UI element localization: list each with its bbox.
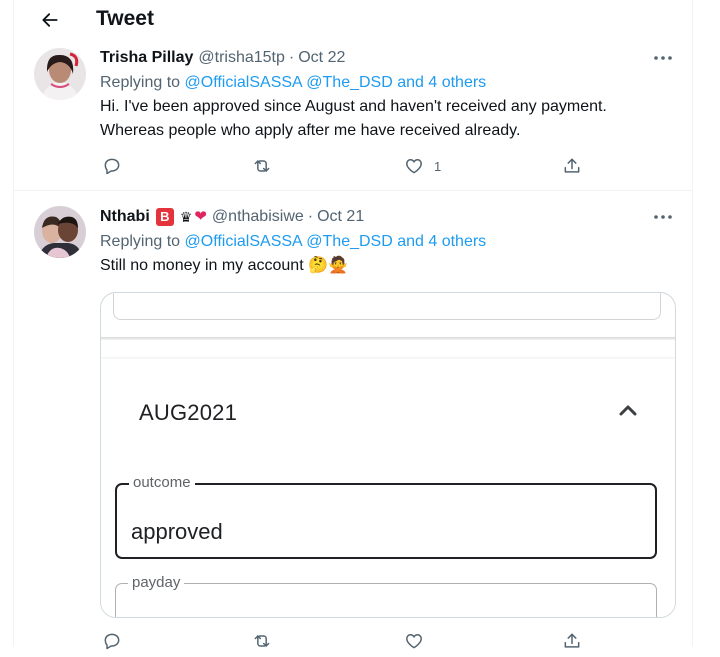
tweet-meta: Trisha Pillay @trisha15tp · Oct 22 bbox=[100, 48, 674, 68]
tweet-date[interactable]: Oct 21 bbox=[317, 207, 364, 227]
avatar-photo bbox=[34, 206, 86, 258]
retweet-icon bbox=[254, 635, 270, 647]
page-header: Tweet bbox=[14, 0, 692, 46]
image-payday-field: payday bbox=[115, 574, 657, 617]
tweet[interactable]: Nthabi B ♛ ❤ @nthabisiwe · Oct 21 Replyi… bbox=[14, 191, 692, 650]
replying-to: Replying to @OfficialSASSA @The_DSD and … bbox=[100, 73, 674, 93]
avatar[interactable] bbox=[34, 48, 86, 100]
reply-icon bbox=[104, 633, 120, 650]
image-outcome-label: outcome bbox=[129, 474, 195, 491]
tweet-actions: 1 bbox=[100, 150, 600, 182]
reply-icon bbox=[104, 158, 120, 175]
author-name[interactable]: Nthabi bbox=[100, 207, 150, 227]
tweet-date[interactable]: Oct 22 bbox=[298, 48, 345, 68]
replying-mentions-link[interactable]: @OfficialSASSA @The_DSD and 4 others bbox=[185, 74, 487, 91]
more-dots-icon bbox=[654, 215, 672, 219]
meta-separator: · bbox=[288, 49, 295, 66]
tweet-text: Hi. I've been approved since August and … bbox=[100, 98, 607, 139]
reply-button[interactable] bbox=[102, 150, 122, 182]
arrow-left-icon bbox=[42, 13, 58, 27]
more-button[interactable] bbox=[652, 48, 674, 68]
share-icon bbox=[564, 158, 580, 173]
meta-separator: · bbox=[307, 208, 314, 225]
image-outcome-value: approved bbox=[131, 519, 223, 544]
column-border-right bbox=[692, 0, 693, 646]
image-divider-shadow bbox=[101, 337, 675, 340]
more-button[interactable] bbox=[652, 207, 674, 227]
chevron-up-icon bbox=[615, 399, 641, 421]
retweet-button[interactable] bbox=[252, 150, 272, 182]
replying-prefix: Replying to bbox=[100, 233, 181, 250]
avatar-photo bbox=[34, 48, 86, 100]
retweet-button[interactable] bbox=[252, 625, 272, 657]
heart-outline-icon bbox=[406, 159, 422, 174]
heart-outline-icon bbox=[406, 634, 422, 649]
back-button[interactable] bbox=[34, 4, 66, 36]
image-outcome-field: outcome approved bbox=[115, 474, 657, 559]
like-button[interactable]: 1 bbox=[404, 150, 441, 182]
attached-image[interactable]: AUG2021 outcome approved payday bbox=[100, 292, 676, 618]
red-heart-emoji: ❤ bbox=[194, 208, 207, 225]
share-button[interactable] bbox=[562, 625, 582, 657]
replying-prefix: Replying to bbox=[100, 74, 181, 91]
retweet-icon bbox=[254, 160, 270, 172]
tweet-actions bbox=[100, 625, 600, 657]
tweet-content: Trisha Pillay @trisha15tp · Oct 22 Reply… bbox=[100, 48, 674, 143]
like-button[interactable] bbox=[404, 625, 424, 657]
page-title: Tweet bbox=[96, 7, 154, 30]
b-emoji-badge: B bbox=[155, 208, 174, 226]
like-count: 1 bbox=[434, 158, 442, 174]
author-name[interactable]: Trisha Pillay bbox=[100, 48, 193, 68]
avatar[interactable] bbox=[34, 206, 86, 258]
image-payday-label: payday bbox=[128, 574, 185, 591]
replying-mentions-link[interactable]: @OfficialSASSA @The_DSD and 4 others bbox=[185, 233, 487, 250]
author-handle[interactable]: @nthabisiwe bbox=[212, 207, 304, 227]
share-icon bbox=[564, 633, 580, 648]
image-top-card bbox=[113, 293, 661, 320]
tweet[interactable]: Trisha Pillay @trisha15tp · Oct 22 Reply… bbox=[14, 46, 692, 191]
tweet-meta: Nthabi B ♛ ❤ @nthabisiwe · Oct 21 bbox=[100, 207, 674, 227]
tweet-text: Still no money in my account 🤔🙅 bbox=[100, 257, 348, 274]
image-month-title: AUG2021 bbox=[139, 400, 238, 425]
author-handle[interactable]: @trisha15tp bbox=[198, 48, 285, 68]
tweet-content: Nthabi B ♛ ❤ @nthabisiwe · Oct 21 Replyi… bbox=[100, 207, 674, 278]
crown-emoji: ♛ bbox=[179, 209, 193, 225]
share-button[interactable] bbox=[562, 150, 582, 182]
more-dots-icon bbox=[654, 56, 672, 60]
reply-button[interactable] bbox=[102, 625, 122, 657]
replying-to: Replying to @OfficialSASSA @The_DSD and … bbox=[100, 232, 674, 252]
